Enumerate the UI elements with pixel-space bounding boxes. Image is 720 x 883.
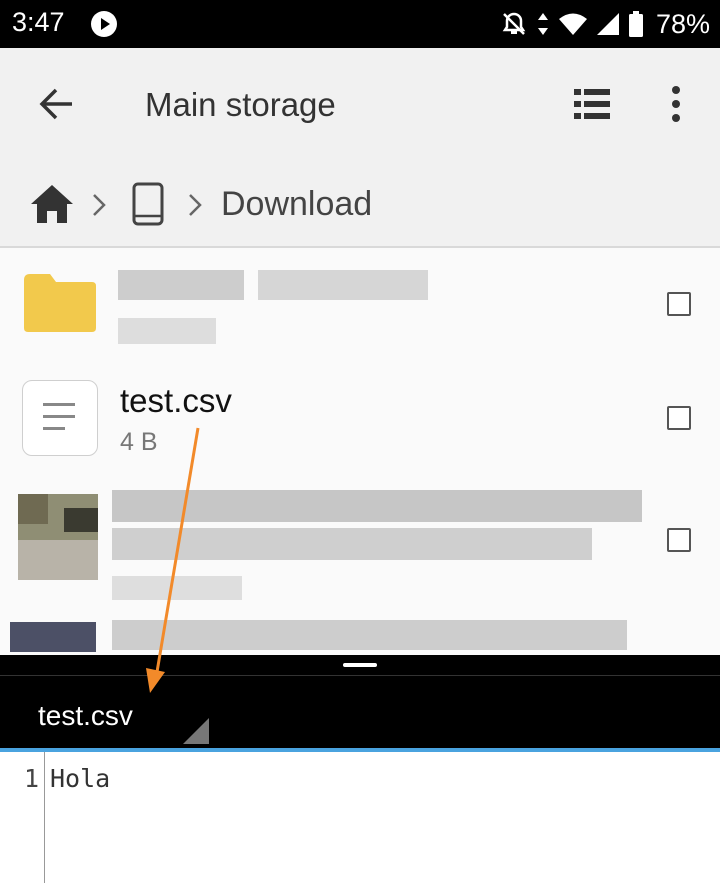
breadcrumb-current[interactable]: Download (221, 185, 372, 224)
status-bar: 3:47 78% (0, 0, 720, 48)
back-button[interactable] (28, 80, 84, 128)
status-time: 3:47 (12, 7, 65, 37)
back-arrow-icon (39, 88, 72, 120)
battery-icon (628, 11, 643, 37)
editor-body[interactable]: 1 Hola (0, 752, 720, 883)
battery-percent: 78% (655, 8, 710, 39)
wifi-icon (558, 13, 587, 35)
list-view-icon[interactable] (568, 82, 616, 126)
editor-tab-bar: test.csv (0, 675, 720, 749)
text-file-icon (22, 380, 98, 456)
file-name: test.csv (120, 382, 232, 419)
list-item[interactable]: test.csv 4 B (0, 248, 720, 468)
list-item[interactable] (0, 484, 720, 652)
page-title: Main storage (145, 86, 336, 123)
line-number: 1 (24, 764, 40, 793)
line-text[interactable]: Hola (50, 764, 110, 793)
chevron-right-icon (93, 194, 106, 216)
file-size: 4 B (120, 428, 158, 456)
select-checkbox[interactable] (667, 406, 691, 430)
file-list: test.csv 4 B (0, 248, 720, 655)
drag-handle[interactable] (343, 663, 377, 667)
phone-icon[interactable] (128, 182, 168, 226)
select-checkbox[interactable] (667, 528, 691, 552)
signal-icon (596, 13, 619, 35)
tab-test-csv[interactable]: test.csv (38, 700, 133, 732)
data-arrows-icon (537, 13, 548, 35)
home-icon[interactable] (28, 182, 76, 226)
notifications-off-icon (502, 12, 526, 35)
status-icons: 78% (500, 7, 710, 41)
panel-drag-strip[interactable] (0, 655, 720, 675)
more-vert-icon[interactable] (660, 82, 692, 126)
play-icon (91, 11, 117, 37)
tab-corner-indicator (183, 718, 209, 744)
app-bar: Main storage (0, 48, 720, 160)
gutter-divider (44, 752, 45, 883)
chevron-right-icon (189, 194, 202, 216)
breadcrumb: Download (0, 160, 720, 248)
